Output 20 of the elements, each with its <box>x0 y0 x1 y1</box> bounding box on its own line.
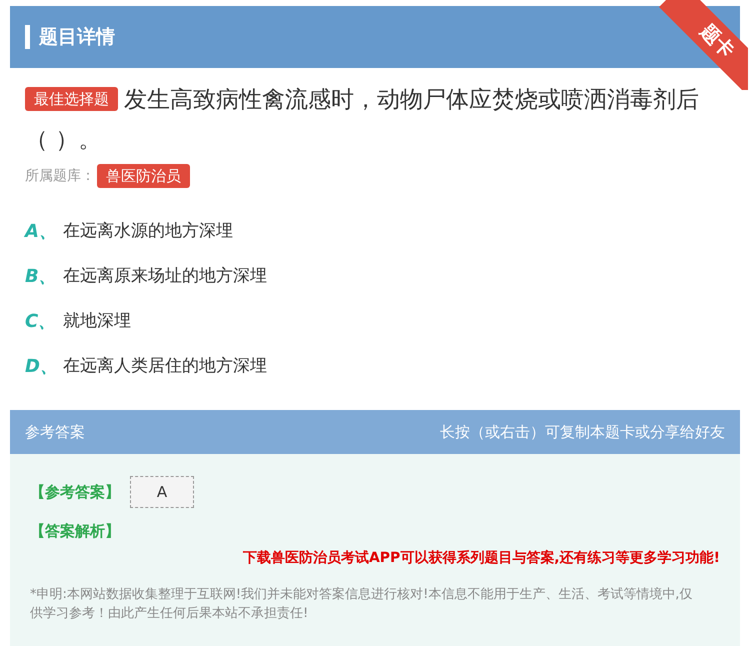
bank-label: 所属题库： <box>25 167 95 185</box>
share-hint: 长按（或右击）可复制本题卡或分享给好友 <box>440 422 725 442</box>
option-letter: C、 <box>25 310 58 332</box>
bank-tag[interactable]: 兽医防治员 <box>97 164 190 188</box>
promo-text: 下载兽医防治员考试APP可以获得系列题目与答案,还有练习等更多学习功能! <box>242 549 720 567</box>
answer-bar-title: 参考答案 <box>25 422 85 442</box>
option-text: 就地深埋 <box>63 310 131 332</box>
analysis-label: 【答案解析】 <box>30 522 121 541</box>
answer-label: 【参考答案】 <box>30 482 120 502</box>
answer-value: A <box>130 476 194 508</box>
option-letter: B、 <box>25 264 58 288</box>
disclaimer-text: *申明:本网站数据收集整理于互联网!我们并未能对答案信息进行核对!本信息不能用于生产、生活、考试等情境中,仅供学习参考！由此产生任何后果本站不承担责任! <box>30 586 694 623</box>
option-text: 在远离原来场址的地方深埋 <box>63 265 267 287</box>
option-letter: A、 <box>25 220 58 242</box>
option-letter: D、 <box>25 354 59 378</box>
question-type-tag: 最佳选择题 <box>25 87 118 111</box>
option-text: 在远离人类居住的地方深埋 <box>63 355 267 377</box>
title-marker <box>25 25 30 49</box>
option-text: 在远离水源的地方深埋 <box>63 220 233 242</box>
header-title: 题目详情 <box>39 25 115 50</box>
